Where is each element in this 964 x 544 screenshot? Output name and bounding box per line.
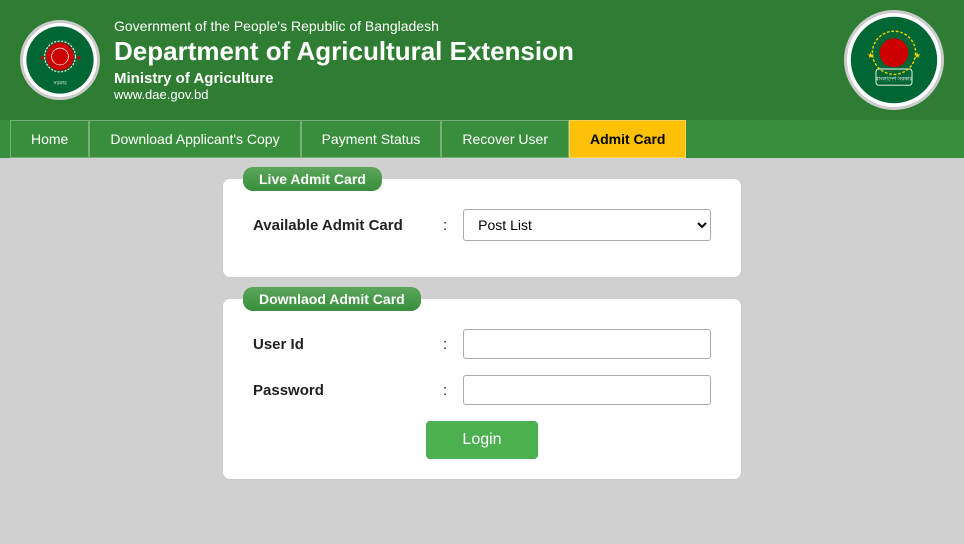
user-id-label: User Id <box>253 336 433 353</box>
content: Live Admit Card Available Admit Card : P… <box>0 158 964 500</box>
password-row: Password : <box>253 375 711 405</box>
nav-payment[interactable]: Payment Status <box>301 120 442 158</box>
left-logo: সরকার ★ ★ <box>20 20 100 100</box>
colon-1: : <box>443 217 447 234</box>
live-admit-card: Live Admit Card Available Admit Card : P… <box>222 178 742 278</box>
svg-text:★: ★ <box>75 54 81 62</box>
gov-title: Government of the People's Republic of B… <box>114 18 574 34</box>
user-id-input[interactable] <box>463 329 711 359</box>
password-input[interactable] <box>463 375 711 405</box>
right-logo: বাংলাদেশ সরকার ★ ★ <box>844 10 944 110</box>
colon-3: : <box>443 382 447 399</box>
nav-recover[interactable]: Recover User <box>441 120 569 158</box>
svg-text:★: ★ <box>914 51 921 60</box>
login-button[interactable]: Login <box>426 421 537 459</box>
header-left: সরকার ★ ★ Government of the People's Rep… <box>20 18 574 101</box>
ministry: Ministry of Agriculture <box>114 70 574 87</box>
nav-home[interactable]: Home <box>10 120 89 158</box>
download-card-legend: Downlaod Admit Card <box>243 287 421 311</box>
available-admit-label: Available Admit Card <box>253 217 433 234</box>
password-label: Password <box>253 382 433 399</box>
dept-title: Department of Agricultural Extension <box>114 36 574 67</box>
admit-card-row: Available Admit Card : Post List <box>253 209 711 241</box>
post-list-select[interactable]: Post List <box>463 209 711 241</box>
svg-text:★: ★ <box>867 51 874 60</box>
header-text: Government of the People's Republic of B… <box>114 18 574 101</box>
colon-2: : <box>443 336 447 353</box>
live-card-legend: Live Admit Card <box>243 167 382 191</box>
download-admit-card: Downlaod Admit Card User Id : Password :… <box>222 298 742 480</box>
svg-text:বাংলাদেশ সরকার: বাংলাদেশ সরকার <box>875 77 913 83</box>
nav-admit[interactable]: Admit Card <box>569 120 686 158</box>
header: সরকার ★ ★ Government of the People's Rep… <box>0 0 964 120</box>
svg-text:সরকার: সরকার <box>52 81 67 87</box>
website: www.dae.gov.bd <box>114 87 574 102</box>
navbar: Home Download Applicant's Copy Payment S… <box>0 120 964 158</box>
nav-download[interactable]: Download Applicant's Copy <box>89 120 300 158</box>
user-id-row: User Id : <box>253 329 711 359</box>
